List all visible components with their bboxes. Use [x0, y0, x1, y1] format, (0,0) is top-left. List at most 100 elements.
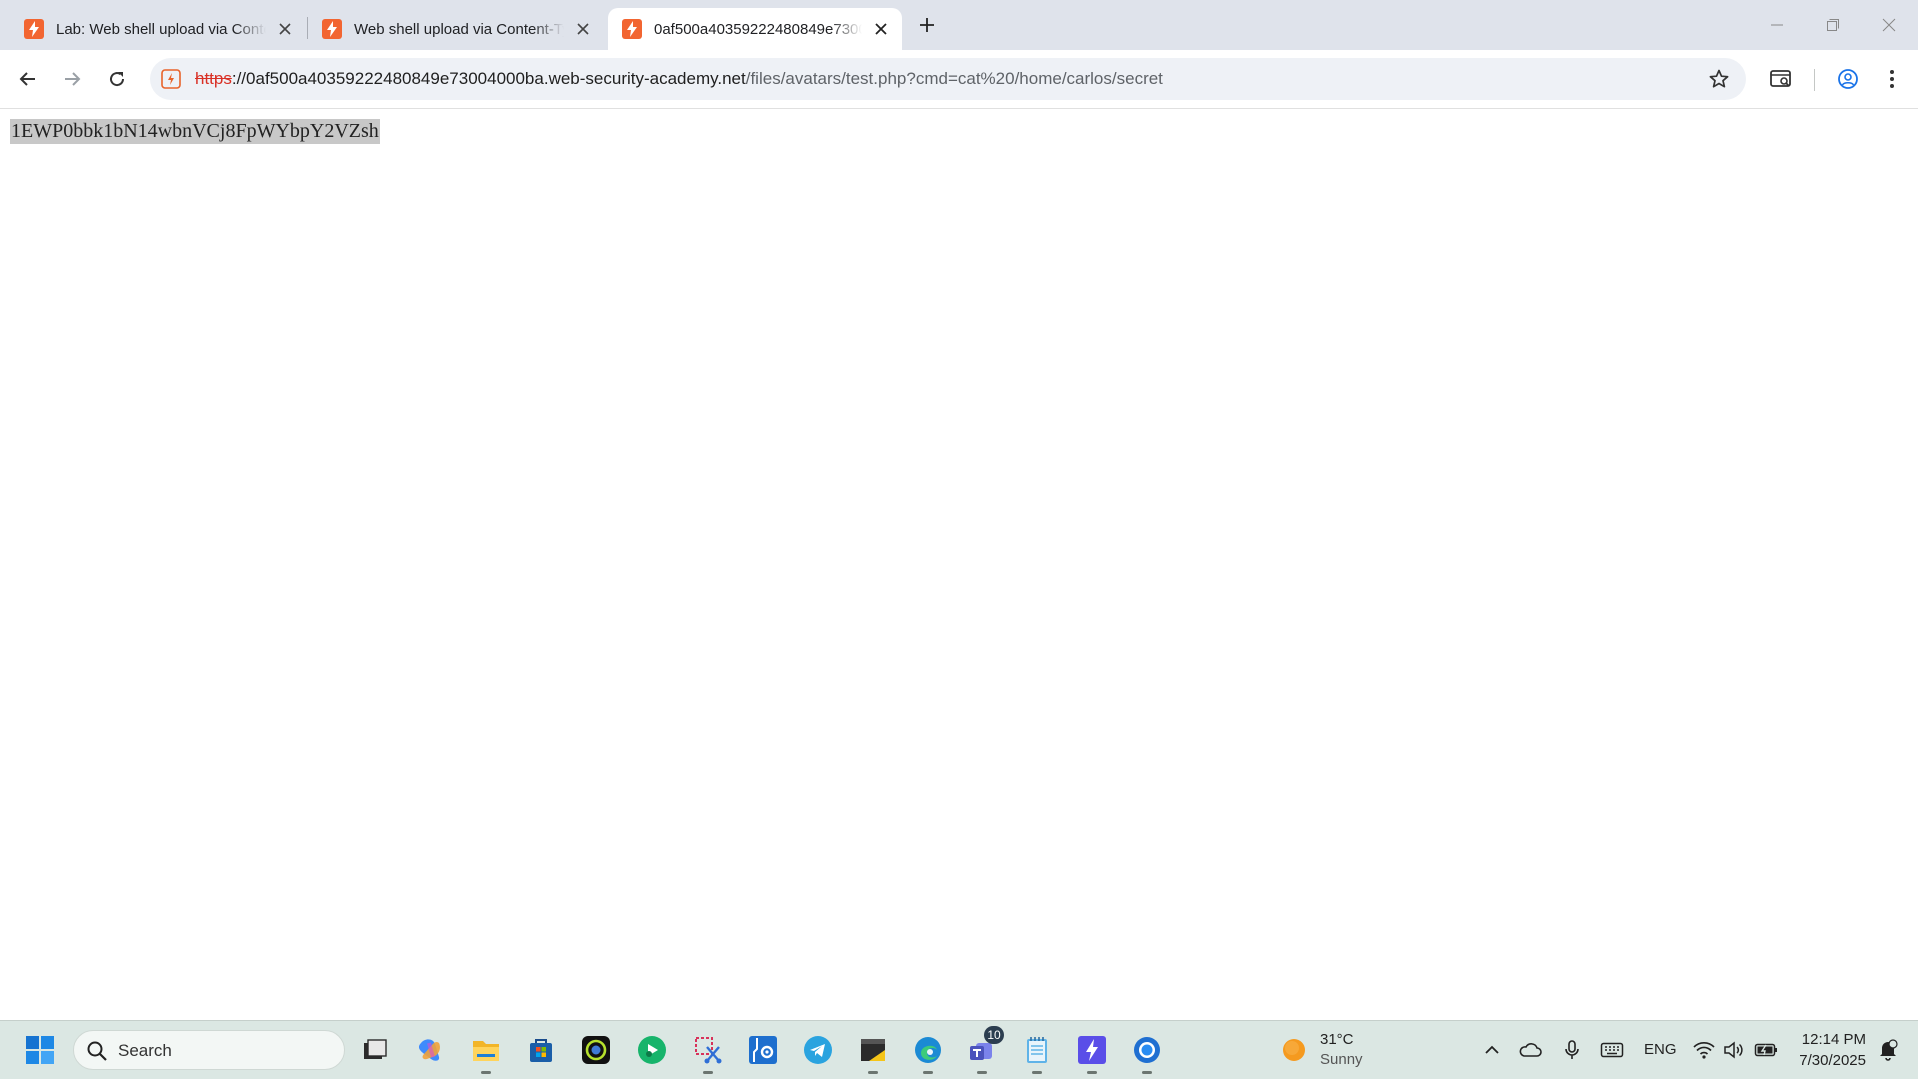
burp-suite-icon: [1078, 1036, 1106, 1064]
weather-temperature: 31°C: [1320, 1031, 1354, 1048]
reload-icon: [110, 72, 125, 87]
tab-close-icon[interactable]: [274, 18, 296, 40]
notepad-icon: [1027, 1037, 1047, 1063]
portswigger-icon: [622, 19, 642, 39]
tab-strip: Lab: Web shell upload via Content-Type r…: [0, 0, 1918, 50]
page-content: 1EWP0bbk1bN14wbnVCj8FpWYbpY2VZsh: [0, 109, 1918, 1020]
search-icon: [87, 1041, 107, 1061]
microphone-icon: [1565, 1040, 1579, 1059]
windows-start-icon: [26, 1036, 54, 1064]
tab-title: Lab: Web shell upload via Content-Type r…: [56, 20, 266, 38]
portswigger-icon: [24, 19, 44, 39]
restore-icon: [1827, 19, 1839, 31]
microsoft-store-icon: [530, 1039, 552, 1062]
camera-app-icon: [582, 1036, 610, 1064]
toolbar-divider: [1814, 69, 1815, 91]
browser-menu-button[interactable]: [1876, 63, 1908, 95]
taskbar-teams[interactable]: 10: [964, 1026, 1004, 1074]
url-host: ://0af500a40359222480849e73004000ba.web-…: [231, 69, 746, 88]
running-indicator: [703, 1071, 713, 1074]
minimize-icon: [1771, 24, 1783, 26]
taskbar: Search 10 31°C Sunny ENG 12:14 PM 7/30/2…: [0, 1020, 1918, 1079]
tab-active-shell[interactable]: 0af500a40359222480849e73004000ba.web-sec…: [608, 8, 902, 50]
address-bar[interactable]: https://0af500a40359222480849e73004000ba…: [150, 58, 1746, 100]
search-placeholder: Search: [118, 1041, 172, 1060]
taskbar-edge[interactable]: [910, 1032, 946, 1074]
back-arrow-icon: [19, 72, 35, 86]
tab-title: 0af500a40359222480849e73004000ba.web-sec…: [654, 20, 862, 38]
microphone-button[interactable]: [1558, 1036, 1586, 1064]
tab-search-icon: [1770, 70, 1791, 87]
settings-icon: [749, 1036, 777, 1064]
browser-toolbar: https://0af500a40359222480849e73004000ba…: [0, 50, 1918, 109]
cloud-icon: [1519, 1043, 1542, 1057]
running-indicator: [1142, 1071, 1152, 1074]
sun-icon: [1283, 1039, 1305, 1061]
volume-button[interactable]: [1720, 1036, 1748, 1064]
battery-button[interactable]: [1752, 1036, 1780, 1064]
minimize-button[interactable]: [1754, 10, 1800, 40]
show-hidden-icons-button[interactable]: [1478, 1036, 1506, 1064]
battery-charging-icon: [1754, 1043, 1777, 1057]
close-window-button[interactable]: [1866, 10, 1912, 40]
taskbar-search[interactable]: Search: [73, 1030, 345, 1070]
taskbar-media-player[interactable]: [634, 1032, 670, 1068]
kebab-menu-icon: [1890, 70, 1894, 88]
running-indicator: [481, 1071, 491, 1074]
star-icon[interactable]: [1708, 68, 1730, 90]
tab-title: Web shell upload via Content-Type restri…: [354, 20, 564, 38]
plus-icon: [920, 18, 934, 32]
account-icon: [1838, 69, 1858, 89]
taskbar-file-explorer[interactable]: [468, 1032, 504, 1074]
chrome-icon: [1134, 1037, 1160, 1063]
taskbar-store[interactable]: [523, 1032, 559, 1068]
reload-button[interactable]: [101, 63, 133, 95]
file-explorer-icon: [473, 1041, 499, 1061]
clock-time[interactable]: 12:14 PM: [1802, 1031, 1866, 1048]
taskbar-copilot[interactable]: [412, 1032, 448, 1068]
tab-topic[interactable]: Web shell upload via Content-Type restri…: [308, 8, 604, 50]
taskbar-burp-suite[interactable]: [1074, 1032, 1110, 1074]
not-secure-icon[interactable]: [160, 68, 182, 90]
url-text[interactable]: https://0af500a40359222480849e73004000ba…: [195, 69, 1163, 89]
secret-text: 1EWP0bbk1bN14wbnVCj8FpWYbpY2VZsh: [10, 119, 380, 144]
touch-keyboard-button[interactable]: [1598, 1036, 1626, 1064]
back-button[interactable]: [12, 63, 44, 95]
taskbar-telegram[interactable]: [800, 1032, 836, 1068]
start-button[interactable]: [22, 1032, 58, 1068]
notification-badge: 10: [984, 1026, 1004, 1044]
bell-icon: [1880, 1039, 1898, 1061]
forward-arrow-icon: [65, 72, 81, 86]
tab-close-icon[interactable]: [870, 18, 892, 40]
taskbar-snipping-tool[interactable]: [690, 1032, 726, 1074]
network-button[interactable]: [1690, 1036, 1718, 1064]
media-player-icon: [638, 1036, 666, 1064]
onedrive-button[interactable]: [1516, 1036, 1544, 1064]
notifications-button[interactable]: [1874, 1036, 1902, 1064]
weather-description: Sunny: [1320, 1051, 1363, 1068]
new-tab-button[interactable]: [914, 12, 940, 38]
clock-date[interactable]: 7/30/2025: [1799, 1052, 1866, 1069]
taskbar-settings[interactable]: [745, 1032, 781, 1068]
tab-close-icon[interactable]: [572, 18, 594, 40]
forward-button[interactable]: [56, 63, 88, 95]
taskbar-sticky-notes[interactable]: [855, 1032, 891, 1074]
running-indicator: [1032, 1071, 1042, 1074]
running-indicator: [868, 1071, 878, 1074]
taskbar-task-view[interactable]: [356, 1032, 392, 1068]
wifi-icon: [1693, 1041, 1715, 1059]
profile-button[interactable]: [1832, 63, 1864, 95]
input-language[interactable]: ENG: [1644, 1041, 1677, 1058]
tab-search-button[interactable]: [1765, 63, 1797, 95]
taskbar-camera-app[interactable]: [578, 1032, 614, 1068]
taskbar-chrome[interactable]: [1129, 1032, 1165, 1074]
portswigger-icon: [322, 19, 342, 39]
tab-lab[interactable]: Lab: Web shell upload via Content-Type r…: [10, 8, 306, 50]
close-icon: [1882, 18, 1896, 32]
running-indicator: [1087, 1071, 1097, 1074]
weather-widget[interactable]: [1276, 1032, 1312, 1068]
taskbar-notepad[interactable]: [1019, 1032, 1055, 1074]
restore-button[interactable]: [1810, 10, 1856, 40]
running-indicator: [977, 1071, 987, 1074]
snipping-tool-icon: [695, 1037, 722, 1064]
